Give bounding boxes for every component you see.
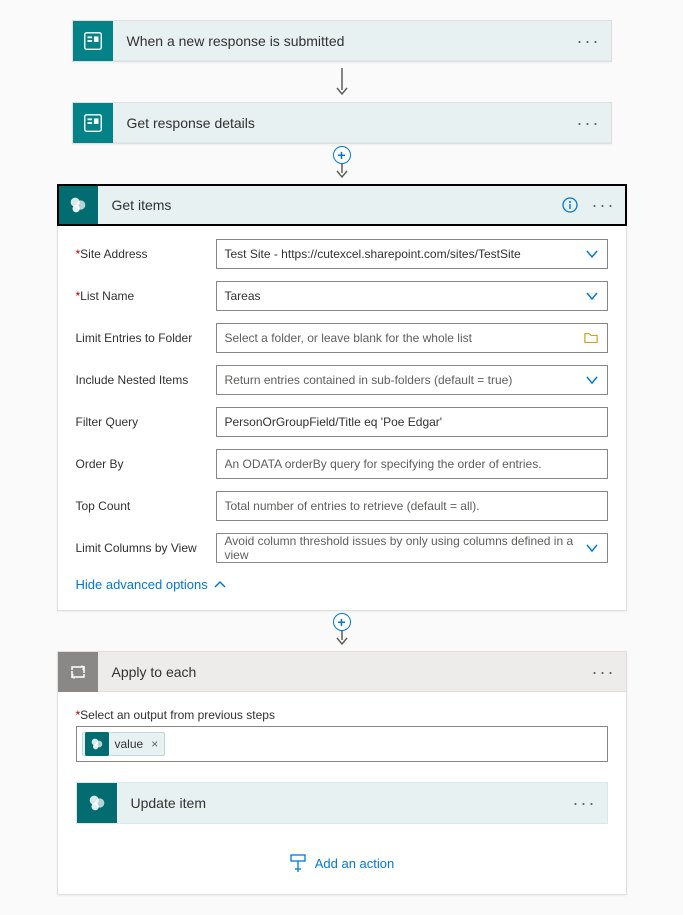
step-title: Apply to each [98, 664, 590, 680]
more-menu-button[interactable]: ··· [575, 109, 603, 137]
forms-icon [73, 103, 113, 143]
param-top-count: Top Count [76, 491, 608, 521]
flow-step-apply-to-each: Apply to each ··· *Select an output from… [57, 651, 627, 895]
order-by-field[interactable] [225, 457, 599, 471]
info-button[interactable] [556, 191, 584, 219]
connector-arrow [335, 68, 349, 96]
more-menu-button[interactable]: ··· [575, 27, 603, 55]
chevron-down-icon [585, 289, 599, 303]
step-title: Get response details [113, 115, 575, 131]
chevron-up-icon [214, 579, 226, 591]
limit-columns-dropdown[interactable]: Avoid column threshold issues by only us… [216, 533, 608, 563]
top-count-input[interactable] [216, 491, 608, 521]
step-title: Get items [98, 197, 556, 213]
insert-step-button[interactable]: + [333, 613, 351, 631]
list-name-dropdown[interactable]: Tareas [216, 281, 608, 311]
loop-icon [58, 652, 98, 692]
sharepoint-icon [85, 732, 109, 756]
include-nested-dropdown[interactable]: Return entries contained in sub-folders … [216, 365, 608, 395]
output-label: *Select an output from previous steps [76, 708, 608, 722]
connector-arrow [335, 164, 349, 182]
more-menu-button[interactable]: ··· [590, 658, 618, 686]
sharepoint-icon [77, 783, 117, 823]
folder-icon [583, 331, 599, 345]
flow-step-get-items: Get items ··· *Site Address Test Site - … [57, 184, 627, 611]
remove-token-button[interactable]: × [149, 737, 160, 751]
connector-arrow [335, 631, 349, 649]
param-order-by: Order By [76, 449, 608, 479]
add-action-icon [289, 854, 307, 872]
param-filter-query: Filter Query [76, 407, 608, 437]
chevron-down-icon [585, 247, 599, 261]
filter-query-field[interactable] [225, 415, 599, 429]
sharepoint-icon [58, 185, 98, 225]
filter-query-input[interactable] [216, 407, 608, 437]
more-menu-button[interactable]: ··· [571, 789, 599, 817]
more-menu-button[interactable]: ··· [590, 191, 618, 219]
order-by-input[interactable] [216, 449, 608, 479]
flow-step-get-response-details[interactable]: Get response details ··· [72, 102, 612, 144]
token-value[interactable]: value × [82, 732, 166, 756]
param-limit-columns: Limit Columns by View Avoid column thres… [76, 533, 608, 563]
step-title: Update item [117, 795, 571, 811]
limit-folder-field[interactable] [225, 331, 583, 345]
step-header[interactable]: Apply to each ··· [58, 652, 626, 692]
hide-advanced-options-link[interactable]: Hide advanced options [76, 577, 608, 592]
param-limit-folder: Limit Entries to Folder [76, 323, 608, 353]
forms-icon [73, 21, 113, 61]
flow-step-update-item[interactable]: Update item ··· [76, 782, 608, 824]
limit-folder-input[interactable] [216, 323, 608, 353]
output-token-input[interactable]: value × [76, 726, 608, 762]
add-action-button[interactable]: Add an action [76, 854, 608, 872]
param-site-address: *Site Address Test Site - https://cutexc… [76, 239, 608, 269]
site-address-dropdown[interactable]: Test Site - https://cutexcel.sharepoint.… [216, 239, 608, 269]
param-list-name: *List Name Tareas [76, 281, 608, 311]
top-count-field[interactable] [225, 499, 599, 513]
insert-step-button[interactable]: + [333, 146, 351, 164]
flow-step-forms-trigger[interactable]: When a new response is submitted ··· [72, 20, 612, 62]
chevron-down-icon [585, 541, 599, 555]
param-include-nested: Include Nested Items Return entries cont… [76, 365, 608, 395]
step-header[interactable]: Get items ··· [58, 185, 626, 225]
chevron-down-icon [585, 373, 599, 387]
step-title: When a new response is submitted [113, 33, 575, 49]
